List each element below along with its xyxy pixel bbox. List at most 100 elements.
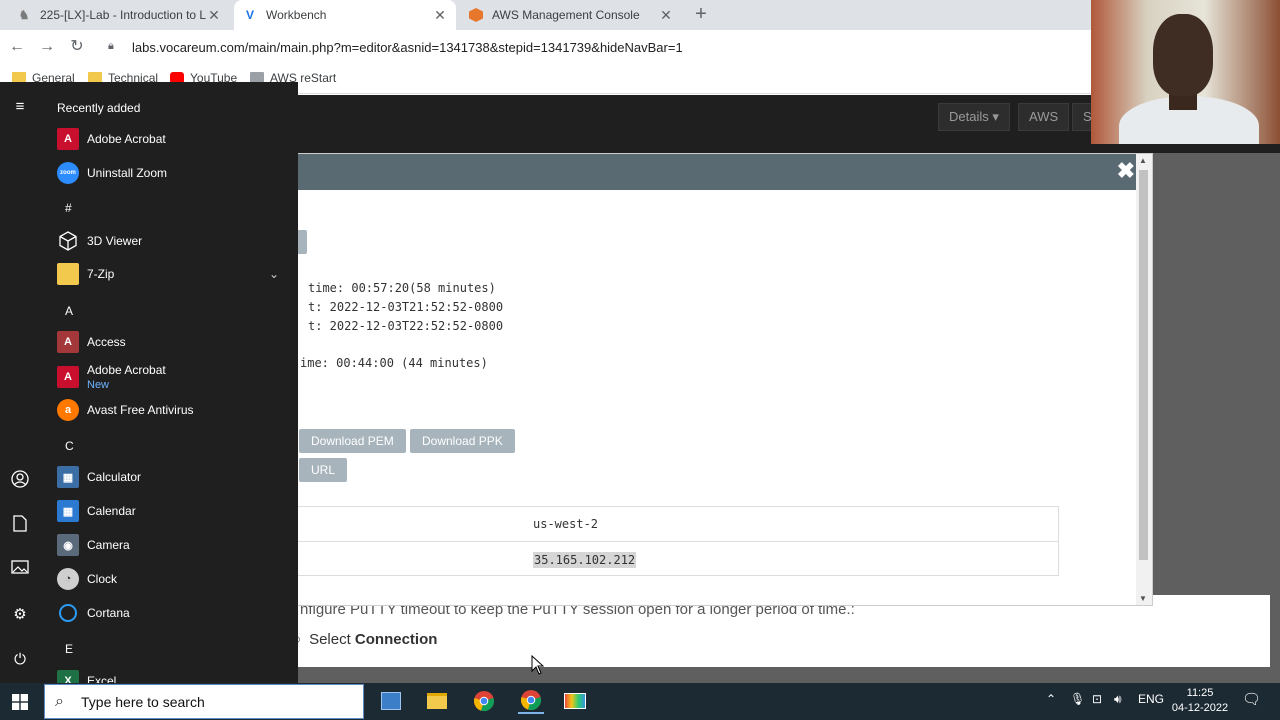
tab-aws-console[interactable]: AWS Management Console ✕ <box>460 0 682 30</box>
app-label: Adobe Acrobat <box>87 132 166 146</box>
new-badge: New <box>87 379 110 391</box>
modal-scrollbar[interactable]: ▲ ▼ <box>1136 154 1152 605</box>
app-label: Camera <box>87 538 130 552</box>
app-adobe-acrobat-new[interactable]: A Adobe Acrobat New <box>57 360 297 394</box>
app-avast[interactable]: a Avast Free Antivirus <box>57 395 297 425</box>
folder-icon <box>57 263 79 285</box>
app-uninstall-zoom[interactable]: zoom Uninstall Zoom <box>57 158 297 188</box>
app-7zip[interactable]: 7-Zip ⌄ <box>57 259 297 289</box>
start-time-line: t: 2022-12-03T21:52:52-0800 <box>308 300 504 314</box>
volume-icon[interactable]: 🔊︎ <box>1114 692 1122 707</box>
download-ppk-button[interactable]: Download PPK <box>410 429 515 453</box>
notifications-icon[interactable]: 🗨︎ <box>1242 690 1261 708</box>
aws-cube-icon <box>468 7 484 23</box>
taskbar-app-network[interactable] <box>378 688 404 714</box>
app-clock[interactable]: ◔ Clock <box>57 564 297 594</box>
tab-label: 225-[LX]-Lab - Introduction to Li <box>40 8 206 22</box>
public-ip-value[interactable]: 35.165.102.212 <box>533 552 637 568</box>
app-camera[interactable]: ◉ Camera <box>57 530 297 560</box>
taskbar-app-file-explorer[interactable] <box>424 688 450 714</box>
app-label: 3D Viewer <box>87 234 143 248</box>
url-text: labs.vocareum.com/main/main.php?m=editor… <box>132 39 683 55</box>
taskbar-app-paint[interactable] <box>562 688 588 714</box>
taskbar-search-box[interactable]: ⌕ Type here to search <box>44 684 364 719</box>
paint-icon <box>564 693 586 709</box>
app-label: Calendar <box>87 504 136 518</box>
clock-time: 11:25 <box>1186 687 1214 699</box>
language-indicator[interactable]: ENG <box>1138 692 1164 706</box>
taskbar-app-chrome-profile[interactable] <box>518 688 544 714</box>
reload-icon[interactable]: ↻ <box>66 36 88 58</box>
forward-arrow-icon[interactable]: → <box>36 36 58 58</box>
adobe-acrobat-icon: A <box>57 128 79 150</box>
letter-heading[interactable]: A <box>65 304 73 318</box>
aws-button[interactable]: AWS <box>1018 103 1070 131</box>
letter-heading[interactable]: E <box>65 642 73 656</box>
download-pem-button[interactable]: Download PEM <box>299 429 406 453</box>
new-tab-button[interactable]: + <box>690 4 712 26</box>
user-icon[interactable] <box>10 470 30 490</box>
tab-lab-intro[interactable]: ♞ 225-[LX]-Lab - Introduction to Li ✕ <box>8 0 230 30</box>
credentials-modal: ✖ time: 00:57:20(58 minutes) t: 2022-12-… <box>160 153 1153 606</box>
browser-tab-strip: ♞ 225-[LX]-Lab - Introduction to Li ✕ V … <box>0 0 1280 30</box>
url-button[interactable]: URL <box>299 458 348 482</box>
show-hidden-icons-chevron[interactable]: ⌃ <box>1046 692 1056 706</box>
close-icon[interactable]: ✖ <box>1117 158 1135 184</box>
taskbar-app-chrome[interactable] <box>471 688 497 714</box>
close-tab-icon[interactable]: ✕ <box>658 7 674 24</box>
close-tab-icon[interactable]: ✕ <box>206 7 222 24</box>
network-icon[interactable]: ⊡ <box>1092 692 1102 706</box>
start-menu-rail: ≡ ⚙ ⏻ <box>0 82 40 683</box>
app-label: Access <box>87 335 126 349</box>
pictures-icon[interactable] <box>10 560 30 580</box>
scroll-down-icon[interactable]: ▼ <box>1139 594 1147 603</box>
app-label: 7-Zip <box>87 267 115 281</box>
app-cortana[interactable]: Cortana <box>57 598 297 628</box>
app-label: Uninstall Zoom <box>87 166 168 180</box>
access-icon: A <box>57 331 79 353</box>
elapsed-time-line: time: 00:57:20(58 minutes) <box>308 281 496 295</box>
letter-heading[interactable]: C <box>65 439 74 453</box>
chevron-down-icon[interactable]: ⌄ <box>269 267 279 281</box>
windows-taskbar: ⌕ Type here to search ⌃ 🎙︎ ⊡ 🔊︎ ENG 11:2… <box>0 683 1280 720</box>
select-bold: Connection <box>354 631 438 648</box>
taskbar-clock[interactable]: 11:25 04-12-2022 <box>1170 686 1230 716</box>
browser-toolbar: ← → ↻ 🔒︎ labs.vocareum.com/main/main.php… <box>0 30 1280 64</box>
remaining-time-line: ime: 00:44:00 (44 minutes) <box>300 356 488 370</box>
letter-heading[interactable]: # <box>65 201 72 215</box>
file-explorer-icon <box>427 693 447 709</box>
app-access[interactable]: A Access <box>57 327 297 357</box>
network-computer-icon <box>381 692 401 710</box>
table-row: us-west-2 <box>298 507 1058 541</box>
calendar-icon: ▦ <box>57 500 79 522</box>
app-calculator[interactable]: ▦ Calculator <box>57 462 297 492</box>
app-list: Recently added A Adobe Acrobat zoom Unin… <box>40 82 298 683</box>
app-excel[interactable]: X Excel <box>57 666 297 683</box>
webcam-video-overlay <box>1091 0 1280 144</box>
address-bar[interactable]: 🔒︎ labs.vocareum.com/main/main.php?m=edi… <box>100 33 1100 61</box>
cortana-icon <box>57 602 79 624</box>
details-button[interactable]: Details ▾ <box>938 103 1010 131</box>
tab-label: Workbench <box>266 8 327 22</box>
search-icon: ⌕ <box>55 692 64 710</box>
app-label-group: Adobe Acrobat New <box>87 363 166 391</box>
power-icon[interactable]: ⏻ <box>10 650 30 670</box>
windows-start-button[interactable] <box>0 683 40 720</box>
clock-icon: ◔ <box>57 568 79 590</box>
chrome-icon <box>521 690 541 711</box>
app-label: Calculator <box>87 470 142 484</box>
windows-logo-icon <box>12 693 28 710</box>
scroll-up-icon[interactable]: ▲ <box>1139 156 1147 165</box>
app-3d-viewer[interactable]: 3D Viewer <box>57 226 297 256</box>
app-adobe-acrobat[interactable]: A Adobe Acrobat <box>57 124 297 154</box>
back-arrow-icon[interactable]: ← <box>6 36 28 58</box>
microphone-icon[interactable]: 🎙︎ <box>1070 692 1085 706</box>
scrollbar-thumb[interactable] <box>1139 170 1148 560</box>
close-tab-icon[interactable]: ✕ <box>432 7 448 24</box>
settings-gear-icon[interactable]: ⚙ <box>10 605 30 625</box>
avast-icon: a <box>57 399 79 421</box>
documents-icon[interactable] <box>10 515 30 535</box>
tab-workbench[interactable]: V Workbench ✕ <box>234 0 456 30</box>
app-calendar[interactable]: ▦ Calendar <box>57 496 297 526</box>
hamburger-icon[interactable]: ≡ <box>10 97 30 117</box>
